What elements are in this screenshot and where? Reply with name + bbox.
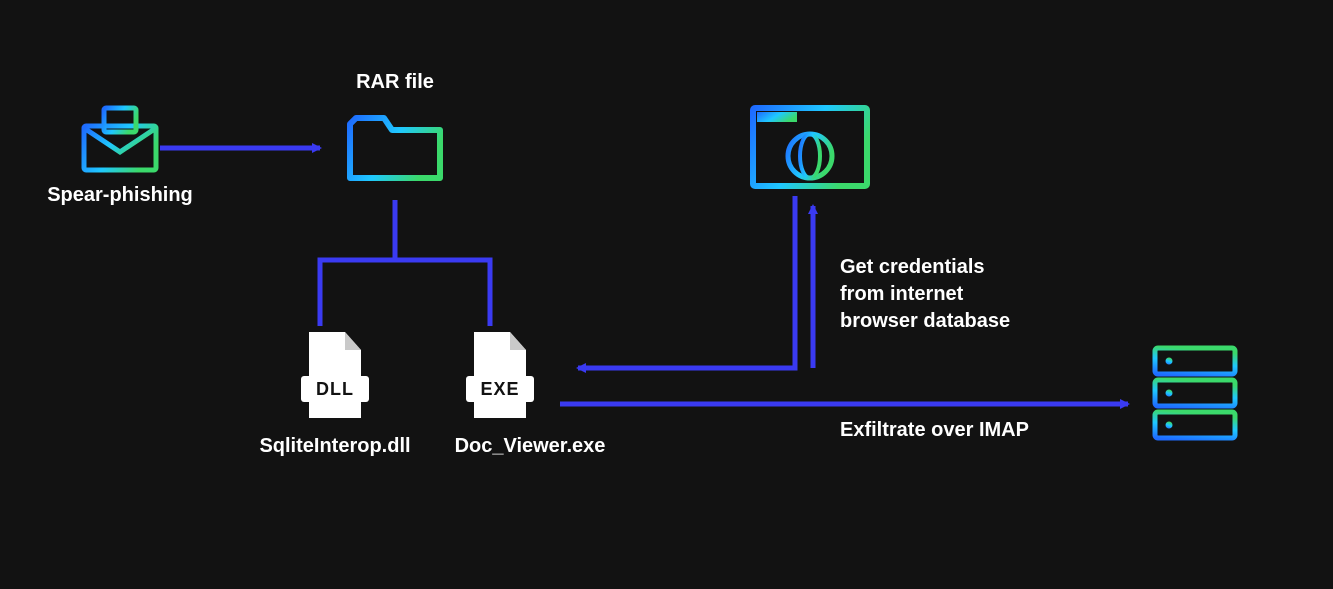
node-browser	[740, 100, 880, 201]
browser-globe-icon	[745, 100, 875, 196]
envelope-icon	[70, 98, 170, 178]
spear-phishing-label: Spear-phishing	[40, 183, 200, 207]
creds-line-3: browser database	[840, 308, 1070, 335]
annotation-exfiltrate: Exfiltrate over IMAP	[840, 418, 1100, 442]
folder-icon	[340, 100, 450, 190]
node-dll-file: DLL SqliteInterop.dll	[250, 328, 420, 458]
exe-badge-text: EXE	[480, 379, 519, 399]
annotation-credentials: Get credentials from internet browser da…	[840, 254, 1070, 335]
dll-badge-text: DLL	[316, 379, 354, 399]
server-icon	[1145, 340, 1245, 450]
exfiltrate-label: Exfiltrate over IMAP	[840, 418, 1100, 442]
exe-file-label: Doc_Viewer.exe	[440, 434, 620, 458]
node-server	[1140, 340, 1250, 455]
diagram-canvas: Spear-phishing RAR file DLL SqliteIntero…	[0, 0, 1333, 589]
creds-line-1: Get credentials	[840, 254, 1070, 281]
node-rar-file: RAR file	[340, 70, 450, 195]
file-exe-icon: EXE	[460, 328, 540, 424]
file-dll-icon: DLL	[295, 328, 375, 424]
rar-file-label: RAR file	[340, 70, 450, 94]
node-spear-phishing: Spear-phishing	[40, 98, 200, 207]
node-exe-file: EXE Doc_Viewer.exe	[440, 328, 620, 458]
creds-line-2: from internet	[840, 281, 1070, 308]
dll-file-label: SqliteInterop.dll	[250, 434, 420, 458]
connector-lines	[0, 0, 1333, 589]
